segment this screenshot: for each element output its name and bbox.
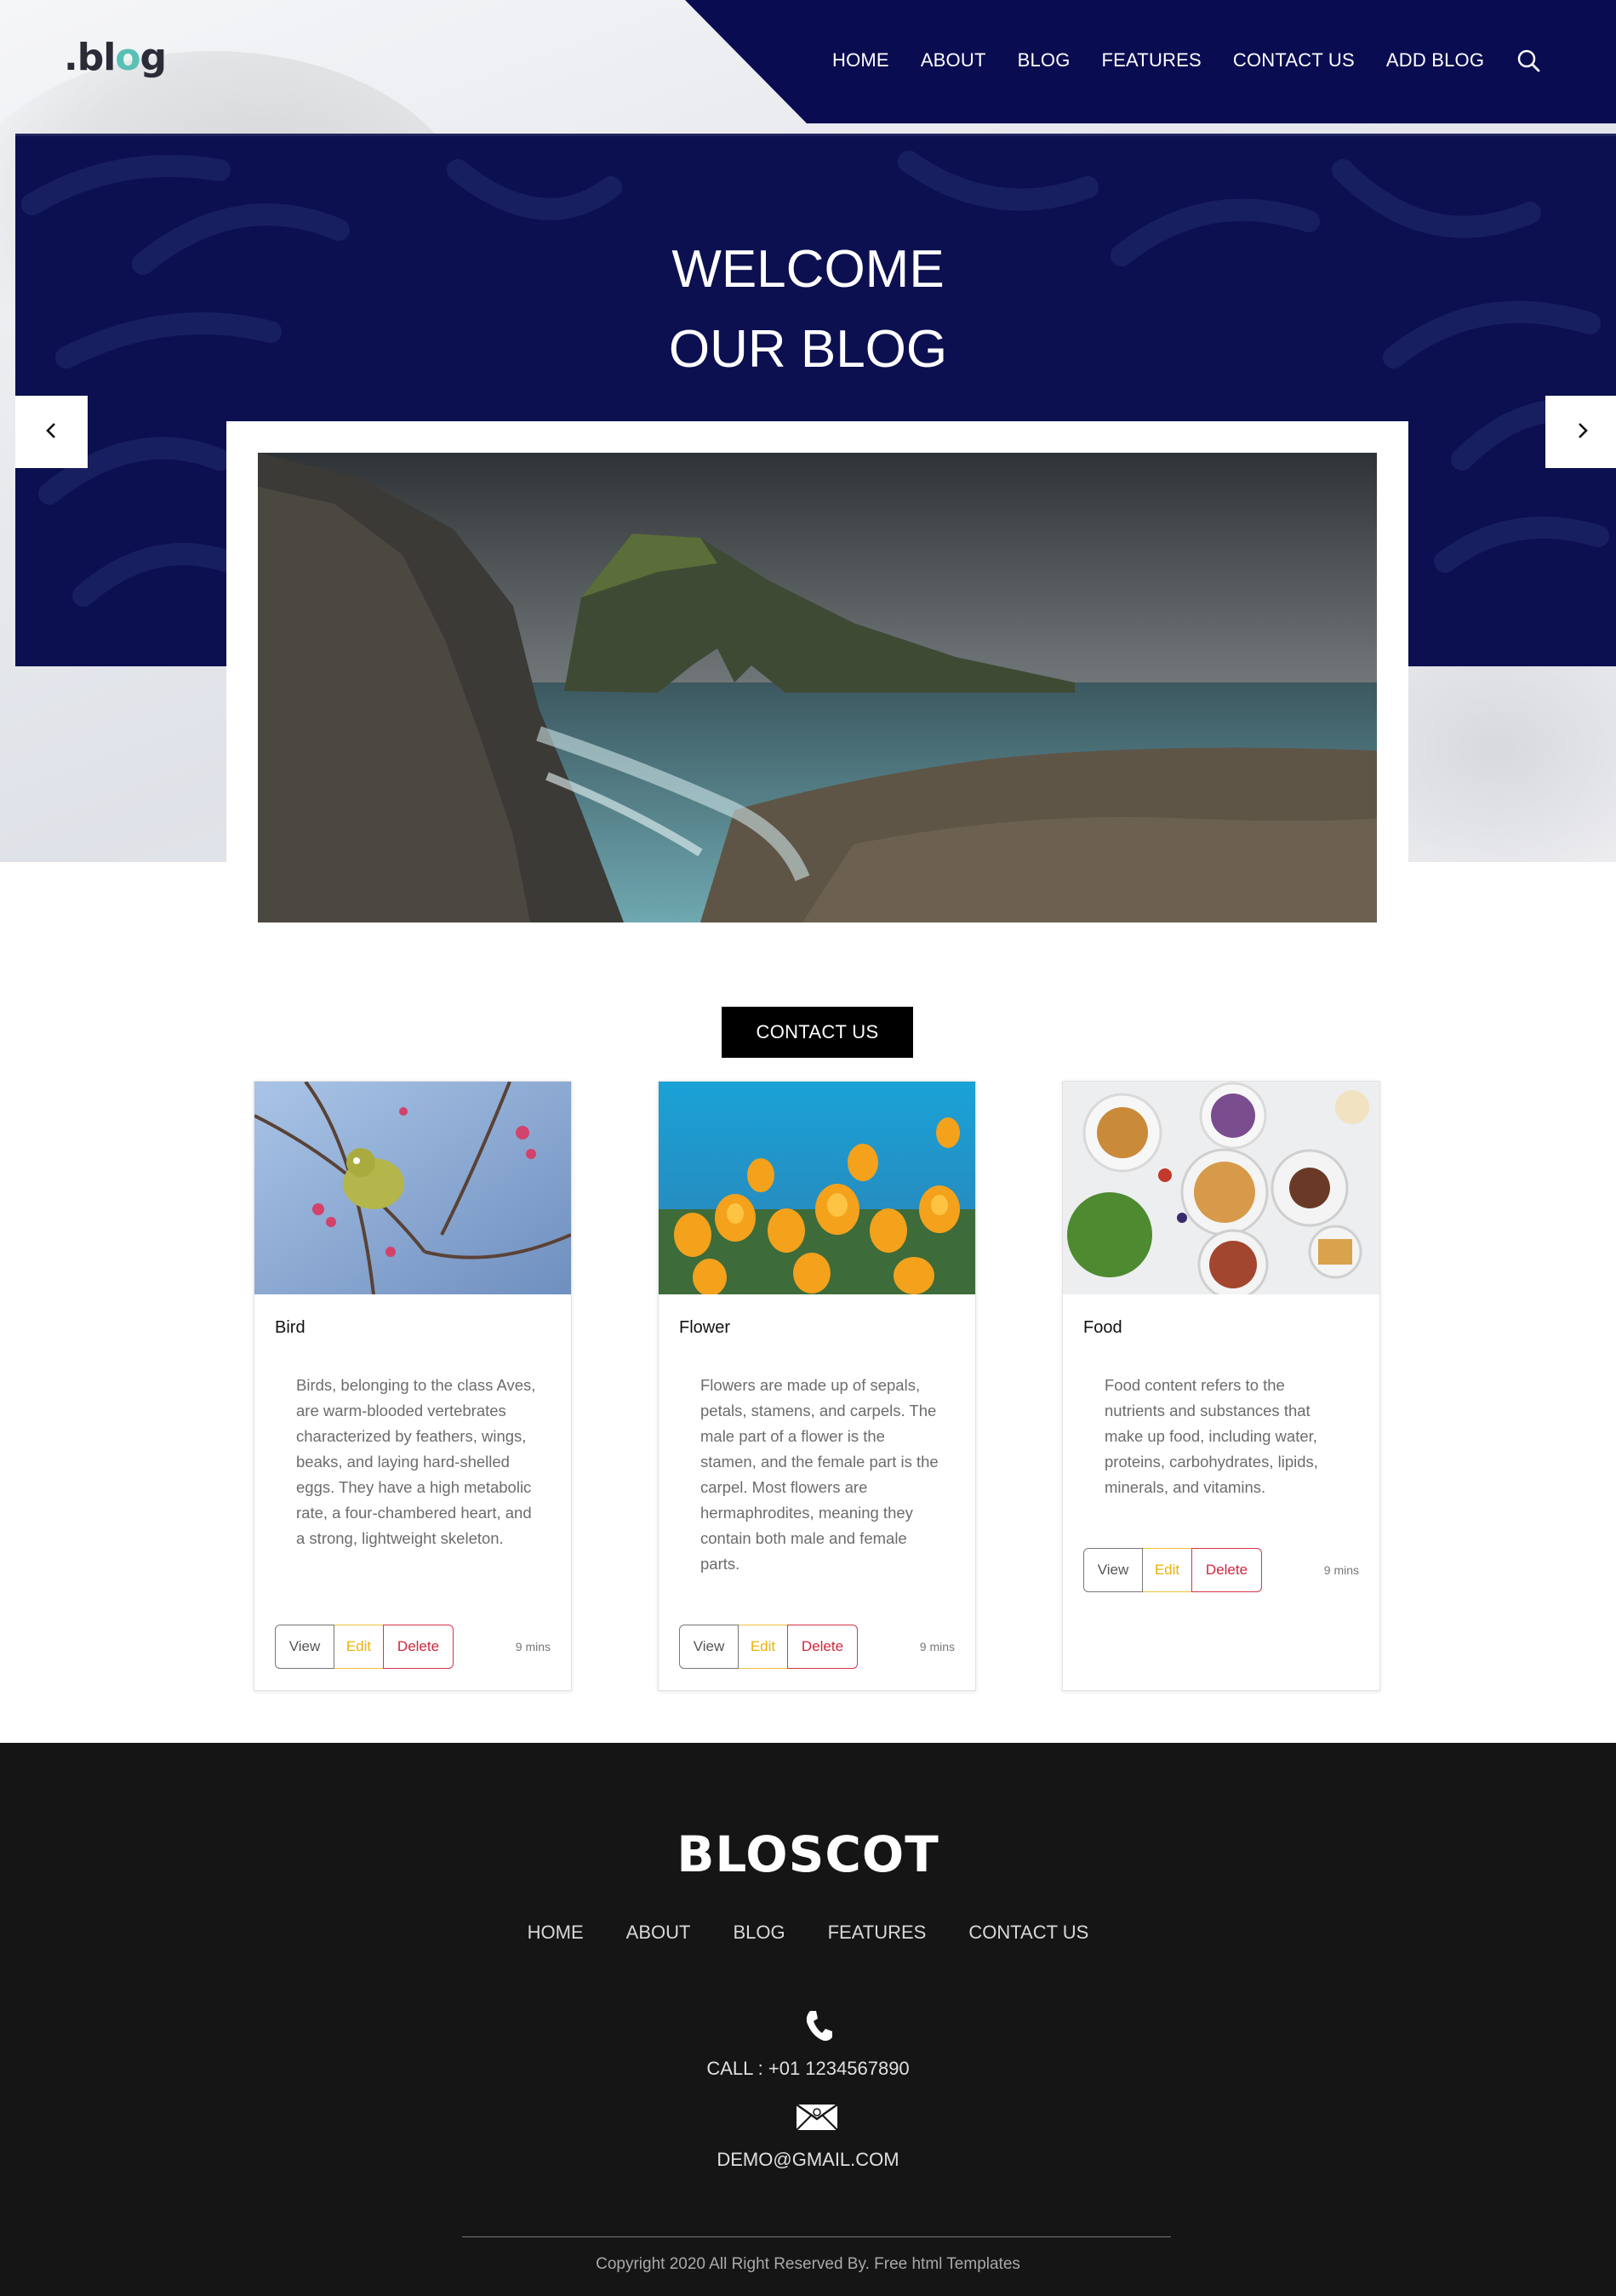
logo-accent: o [115,36,140,79]
nav-add-blog[interactable]: ADD BLOG [1386,49,1484,71]
nav-blog[interactable]: BLOG [1018,49,1071,71]
copyright: Copyright 2020 All Right Reserved By. Fr… [596,2255,1020,2273]
card-body: Birds, belonging to the class Aves, are … [296,1376,536,1547]
footer-divider [462,2236,1171,2237]
logo-text: .bl [64,36,116,79]
search-icon[interactable] [1516,48,1541,73]
contact-us-button[interactable]: CONTACT US [722,1007,913,1058]
hero-title-line1: WELCOME [671,240,945,299]
phone-icon [803,2008,834,2042]
footer-nav-home[interactable]: HOME [528,1922,584,1944]
hero-photo [258,453,1377,922]
footer-nav: HOME ABOUT BLOG FEATURES CONTACT US [0,1922,1616,1944]
read-time: 9 mins [515,1640,551,1653]
footer-nav-contact-us[interactable]: CONTACT US [968,1922,1088,1944]
hero-title: WELCOME OUR BLOG [0,230,1616,390]
read-time: 9 mins [919,1640,955,1653]
nav-about[interactable]: ABOUT [921,49,986,71]
chevron-left-icon [43,421,61,443]
view-button[interactable]: View [679,1625,739,1669]
delete-button[interactable]: Delete [383,1625,454,1669]
carousel-prev-button[interactable] [15,396,88,468]
card-actions: View Edit Delete [679,1625,858,1669]
delete-button[interactable]: Delete [1191,1548,1262,1592]
blog-card-food: Food Food content refers to the nutrient… [1062,1081,1380,1691]
card-title: Bird [275,1318,305,1337]
edit-button[interactable]: Edit [1143,1548,1192,1592]
footer-nav-blog[interactable]: BLOG [733,1922,785,1944]
read-time: 9 mins [1323,1563,1359,1577]
mail-icon [796,2103,838,2131]
footer-nav-features[interactable]: FEATURES [828,1922,927,1944]
card-body: Food content refers to the nutrients and… [1105,1376,1318,1496]
logo-tail: g [140,36,167,79]
flower-photo [659,1082,975,1294]
food-photo [1063,1082,1379,1294]
main-nav: HOME ABOUT BLOG FEATURES CONTACT US ADD … [832,48,1541,73]
card-actions: View Edit Delete [275,1625,454,1669]
carousel-next-button[interactable] [1545,396,1616,468]
blog-card-bird: Bird Birds, belonging to the class Aves,… [254,1081,572,1691]
hero-title-line2: OUR BLOG [668,320,948,379]
view-button[interactable]: View [275,1625,334,1669]
footer-brand: BLOSCOT [677,1825,939,1883]
chevron-right-icon [1573,421,1591,443]
delete-button[interactable]: Delete [787,1625,858,1669]
footer-email[interactable]: DEMO@GMAIL.COM [0,2149,1616,2171]
bird-photo [254,1082,571,1294]
nav-features[interactable]: FEATURES [1102,49,1202,71]
nav-contact-us[interactable]: CONTACT US [1233,49,1355,71]
edit-button[interactable]: Edit [334,1625,384,1669]
view-button[interactable]: View [1083,1548,1143,1592]
edit-button[interactable]: Edit [739,1625,788,1669]
footer-nav-about[interactable]: ABOUT [626,1922,691,1944]
logo[interactable]: .blog [64,36,167,79]
nav-home[interactable]: HOME [832,49,889,71]
blog-card-flower: Flower Flowers are made up of sepals, pe… [658,1081,976,1691]
card-title: Flower [679,1318,731,1337]
footer-call: CALL : +01 1234567890 [706,2058,910,2079]
card-title: Food [1083,1318,1122,1337]
card-actions: View Edit Delete [1083,1548,1262,1592]
card-body: Flowers are made up of sepals, petals, s… [700,1376,939,1573]
